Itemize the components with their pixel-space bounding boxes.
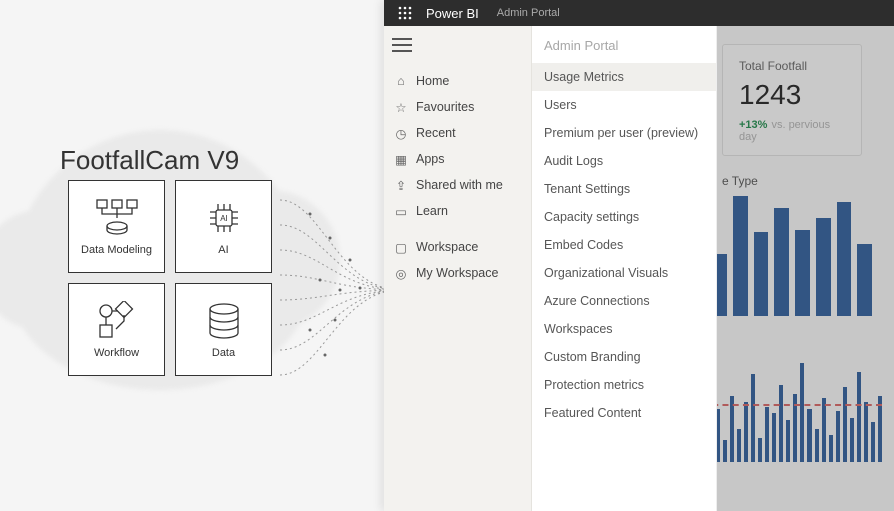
bar	[815, 429, 819, 462]
nav-item-shared-with-me[interactable]: ⇪ Shared with me	[384, 172, 531, 198]
kpi-value: 1243	[739, 79, 845, 111]
nav-label: Learn	[416, 204, 448, 218]
tile-label: Workflow	[94, 347, 139, 359]
ai-icon: AI	[201, 198, 247, 238]
gear-icon: ◎	[394, 266, 408, 280]
bar	[800, 363, 804, 462]
app-section: Admin Portal	[497, 7, 560, 19]
kpi-title: Total Footfall	[739, 59, 845, 73]
admin-portal-panel: Admin Portal Usage MetricsUsersPremium p…	[532, 26, 717, 511]
tile-data: Data	[175, 283, 272, 376]
product-tile-grid: Data Modeling AI AI Workflow	[68, 180, 272, 376]
bar	[857, 372, 861, 462]
bar	[723, 440, 727, 462]
bar	[829, 435, 833, 463]
data-modeling-icon	[94, 198, 140, 238]
bar	[758, 438, 762, 462]
bar	[779, 385, 783, 462]
nav-item-favourites[interactable]: ☆ Favourites	[384, 94, 531, 120]
admin-item-users[interactable]: Users	[532, 91, 716, 119]
nav-item-learn[interactable]: ▭ Learn	[384, 198, 531, 224]
bar	[772, 413, 776, 463]
bar	[754, 232, 769, 316]
admin-item-embed-codes[interactable]: Embed Codes	[532, 231, 716, 259]
home-icon: ⌂	[394, 74, 408, 88]
app-launcher-icon[interactable]	[392, 0, 418, 26]
nav-label: Favourites	[416, 100, 474, 114]
chart1-title: e Type	[722, 174, 880, 188]
tile-workflow: Workflow	[68, 283, 165, 376]
bar	[836, 411, 840, 462]
bar	[786, 420, 790, 462]
bar-chart-trend	[702, 352, 882, 462]
app-name: Power BI	[426, 6, 479, 21]
admin-item-capacity-settings[interactable]: Capacity settings	[532, 203, 716, 231]
nav-label: Shared with me	[416, 178, 503, 192]
data-icon	[201, 301, 247, 341]
bar	[864, 402, 868, 463]
kpi-card-total-footfall: Total Footfall 1243 +13%vs. pervious day	[722, 44, 862, 156]
bar	[822, 398, 826, 462]
tile-data-modeling: Data Modeling	[68, 180, 165, 273]
admin-item-custom-branding[interactable]: Custom Branding	[532, 343, 716, 371]
kpi-delta: +13%vs. pervious day	[739, 119, 845, 143]
bar	[744, 402, 748, 463]
nav-item-recent[interactable]: ◷ Recent	[384, 120, 531, 146]
admin-item-audit-logs[interactable]: Audit Logs	[532, 147, 716, 175]
nav-label: My Workspace	[416, 266, 498, 280]
nav-item-my-workspace[interactable]: ◎ My Workspace	[384, 260, 531, 286]
nav-label: Home	[416, 74, 449, 88]
tile-label: AI	[218, 244, 228, 256]
workflow-icon	[94, 301, 140, 341]
hamburger-icon[interactable]	[392, 38, 412, 52]
admin-item-azure-connections[interactable]: Azure Connections	[532, 287, 716, 315]
bar	[843, 387, 847, 462]
bar	[751, 374, 755, 462]
book-icon: ▭	[394, 204, 408, 218]
workspace-icon: ▢	[394, 240, 408, 254]
bar	[774, 208, 789, 316]
powerbi-window: Power BI Admin Portal Total Footfall 124…	[384, 0, 894, 511]
admin-item-usage-metrics[interactable]: Usage Metrics	[532, 63, 716, 91]
product-title: FootfallCam V9	[60, 145, 239, 176]
connector-lines	[280, 180, 400, 400]
threshold-line	[702, 404, 882, 406]
bar	[733, 196, 748, 316]
bar-chart-type	[712, 196, 872, 316]
bar	[850, 418, 854, 462]
star-icon: ☆	[394, 100, 408, 114]
admin-item-organizational-visuals[interactable]: Organizational Visuals	[532, 259, 716, 287]
powerbi-header: Power BI Admin Portal	[384, 0, 894, 26]
admin-item-featured-content[interactable]: Featured Content	[532, 399, 716, 427]
nav-item-home[interactable]: ⌂ Home	[384, 68, 531, 94]
nav-label: Recent	[416, 126, 456, 140]
nav-item-apps[interactable]: ▦ Apps	[384, 146, 531, 172]
bar	[816, 218, 831, 316]
left-nav: ⌂ Home ☆ Favourites ◷ Recent ▦ Apps ⇪ Shared with…	[384, 26, 532, 511]
bar	[795, 230, 810, 316]
svg-text:AI: AI	[220, 214, 228, 223]
bar	[737, 429, 741, 462]
tile-label: Data	[212, 347, 235, 359]
admin-item-workspaces[interactable]: Workspaces	[532, 315, 716, 343]
tile-ai: AI AI	[175, 180, 272, 273]
clock-icon: ◷	[394, 126, 408, 140]
bar	[807, 409, 811, 462]
share-icon: ⇪	[394, 178, 408, 192]
nav-item-workspace[interactable]: ▢ Workspace	[384, 234, 531, 260]
nav-label: Apps	[416, 152, 445, 166]
admin-item-protection-metrics[interactable]: Protection metrics	[532, 371, 716, 399]
admin-item-premium-per-user-preview-[interactable]: Premium per user (preview)	[532, 119, 716, 147]
bar	[837, 202, 852, 316]
bar	[857, 244, 872, 316]
tile-label: Data Modeling	[81, 244, 152, 256]
bar	[765, 407, 769, 462]
admin-item-tenant-settings[interactable]: Tenant Settings	[532, 175, 716, 203]
apps-icon: ▦	[394, 152, 408, 166]
bar	[871, 422, 875, 462]
admin-panel-title: Admin Portal	[532, 26, 716, 63]
nav-label: Workspace	[416, 240, 478, 254]
